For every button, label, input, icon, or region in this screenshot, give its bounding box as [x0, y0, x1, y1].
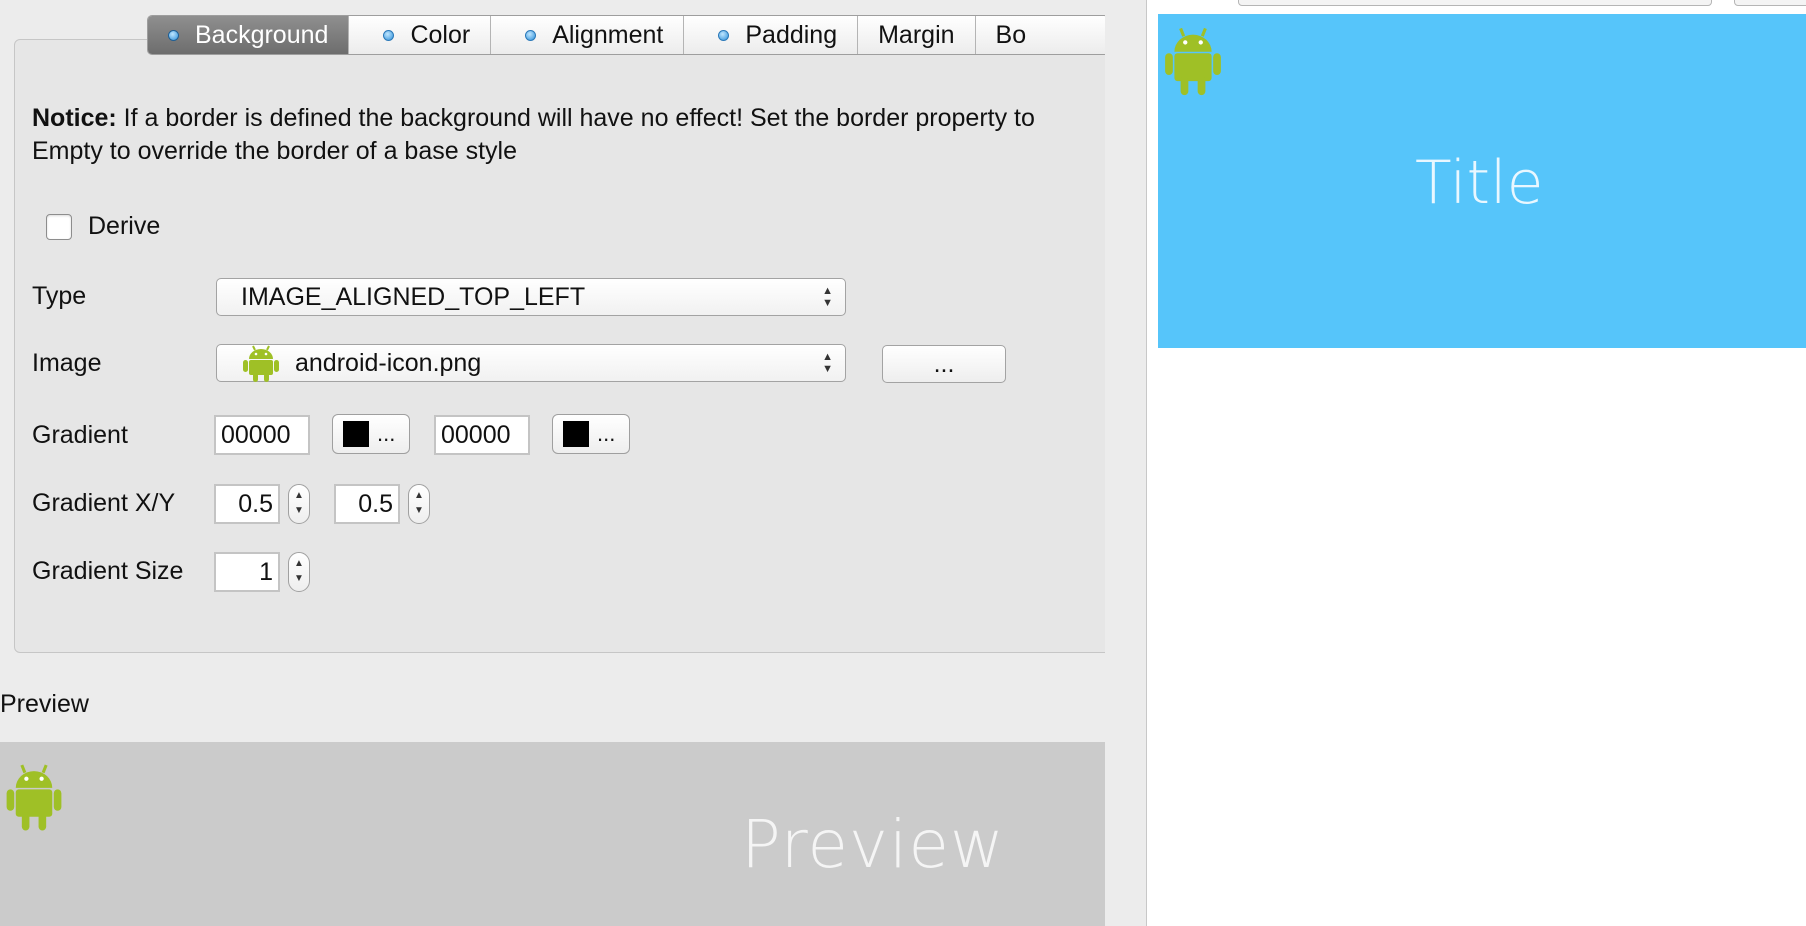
- tab-padding[interactable]: Padding: [684, 16, 859, 54]
- android-icon: [243, 345, 279, 382]
- derive-checkbox[interactable]: [46, 213, 72, 240]
- notice-bold: Notice:: [32, 104, 117, 132]
- tab-border[interactable]: Bo: [976, 16, 1047, 54]
- color-button-label: ...: [377, 421, 396, 446]
- tab-color[interactable]: Color: [349, 16, 492, 54]
- tab-dot-icon: [718, 29, 730, 41]
- type-select-value: IMAGE_ALIGNED_TOP_LEFT: [241, 282, 586, 311]
- gradient-size-field[interactable]: 1: [214, 552, 280, 592]
- color-button-label: ...: [597, 421, 616, 446]
- android-icon: [6, 764, 62, 831]
- derive-checkbox-row[interactable]: Derive: [46, 212, 160, 241]
- tab-dot-icon: [525, 29, 537, 41]
- tab-background[interactable]: Background: [148, 16, 350, 54]
- image-select-value: android-icon.png: [295, 348, 482, 377]
- tab-margin[interactable]: Margin: [858, 16, 976, 54]
- gradient-x-field[interactable]: 0.5: [214, 484, 280, 524]
- notice-body: If a border is defined the background wi…: [32, 104, 1035, 165]
- gradient-color2-field[interactable]: 00000: [434, 415, 530, 455]
- top-partial-field[interactable]: [1238, 0, 1712, 6]
- tab-label: Alignment: [552, 20, 664, 49]
- gradient-x-stepper[interactable]: ▲ ▼: [288, 484, 310, 524]
- tab-alignment[interactable]: Alignment: [491, 16, 685, 54]
- derive-label: Derive: [88, 212, 161, 240]
- android-icon: [1165, 27, 1221, 96]
- preview-text: Preview: [741, 806, 1005, 883]
- updown-arrows-icon: ▲ ▼: [822, 351, 833, 375]
- tab-label: Bo: [995, 20, 1027, 49]
- gradient-xy-label: Gradient X/Y: [32, 489, 176, 517]
- gradient-size-stepper[interactable]: ▲ ▼: [288, 552, 310, 592]
- gradient-size-label: Gradient Size: [32, 557, 184, 585]
- preview-label: Preview: [0, 690, 89, 718]
- top-partial-button[interactable]: [1734, 0, 1806, 6]
- color-swatch-icon: [343, 421, 369, 447]
- title-text: Title: [1415, 148, 1544, 218]
- type-label: Type: [32, 282, 87, 310]
- type-select[interactable]: IMAGE_ALIGNED_TOP_LEFT ▲ ▼: [216, 278, 846, 316]
- gradient-color1-button[interactable]: ...: [332, 414, 410, 454]
- image-select[interactable]: android-icon.png ▲ ▼: [216, 344, 846, 382]
- style-editor-pane: Background Color Alignment Padding Margi…: [0, 0, 1105, 926]
- tab-dot-icon: [168, 29, 179, 41]
- tab-label: Margin: [878, 20, 955, 49]
- color-swatch-icon: [563, 421, 589, 447]
- gradient-color1-field[interactable]: 00000: [214, 415, 310, 455]
- gradient-y-stepper[interactable]: ▲ ▼: [408, 484, 430, 524]
- tab-label: Background: [195, 20, 329, 49]
- gradient-label: Gradient: [32, 421, 128, 449]
- style-tabbar: Background Color Alignment Padding Margi…: [147, 15, 1105, 55]
- gradient-y-field[interactable]: 0.5: [334, 484, 400, 524]
- image-label: Image: [32, 349, 102, 377]
- notice-text: Notice: If a border is defined the backg…: [32, 102, 1052, 168]
- tab-label: Padding: [745, 20, 838, 49]
- browse-image-button[interactable]: ...: [882, 345, 1006, 383]
- updown-arrows-icon: ▲ ▼: [822, 285, 833, 309]
- tab-dot-icon: [383, 29, 395, 41]
- tab-label: Color: [410, 20, 471, 49]
- gradient-color2-button[interactable]: ...: [552, 414, 630, 454]
